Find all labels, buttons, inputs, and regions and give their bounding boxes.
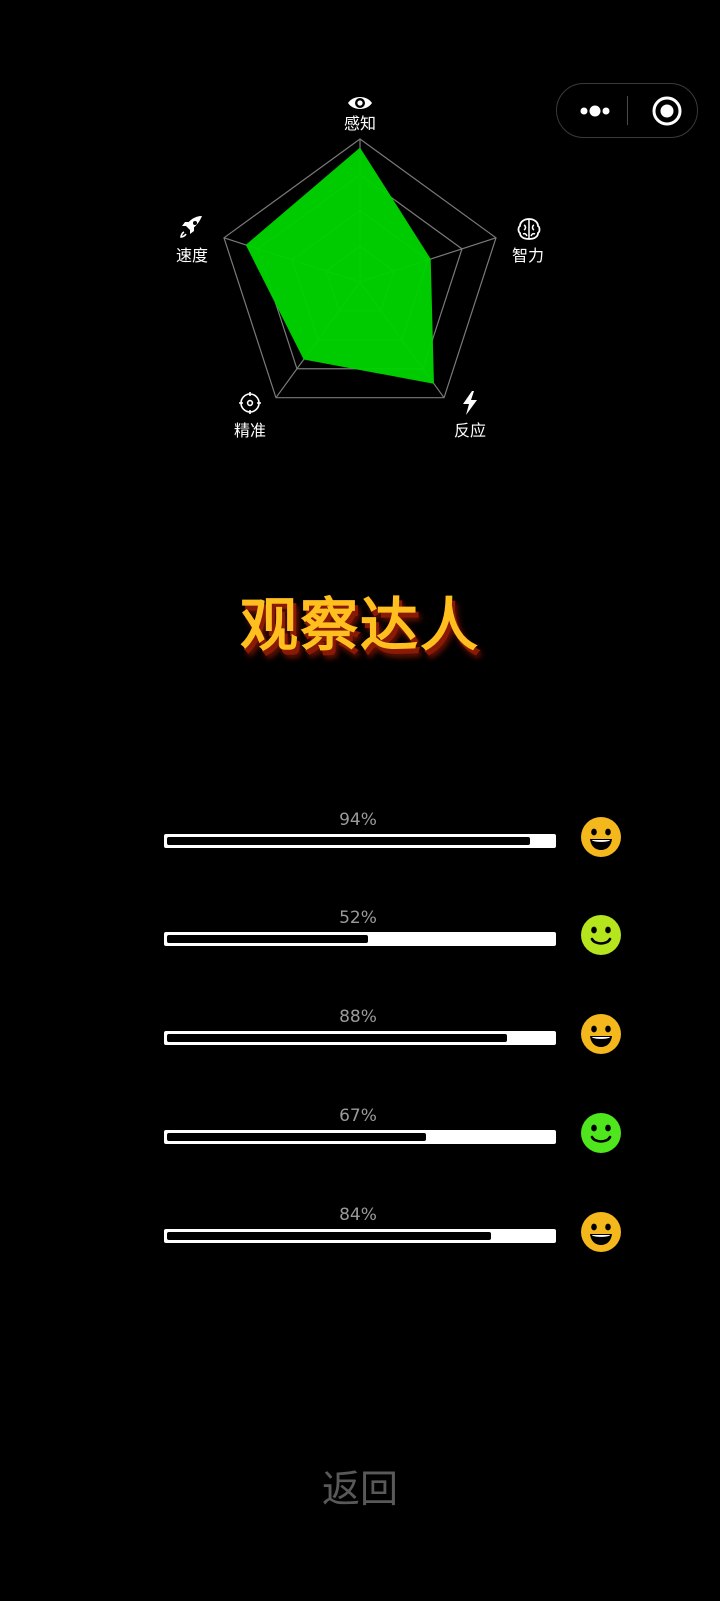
back-button[interactable]: 返回 — [322, 1467, 398, 1511]
progress-row: 67% — [160, 1106, 630, 1166]
radar-area — [245, 147, 434, 384]
back-area: 返回 — [0, 1465, 720, 1513]
progress-row: 88% — [160, 1007, 630, 1067]
progress-fill — [167, 1133, 426, 1141]
eye-icon — [348, 97, 372, 109]
progress-fill — [167, 837, 530, 845]
progress-row: 94% — [160, 810, 630, 870]
axis-label-precision: 精准 — [233, 421, 266, 440]
percent-label: 88% — [339, 1007, 377, 1027]
grin-face-icon — [581, 817, 621, 857]
progress-track — [164, 834, 556, 848]
progress-track — [164, 1229, 556, 1243]
axis-label-perception: 感知 — [343, 114, 376, 133]
smile-face-icon — [581, 915, 621, 955]
result-title: 观察达人 — [239, 591, 480, 659]
progress-fill — [167, 1034, 507, 1042]
percent-label: 84% — [339, 1205, 377, 1225]
axis-label-speed: 速度 — [175, 246, 208, 265]
brain-icon — [517, 218, 541, 240]
smile-face-icon — [581, 1113, 621, 1153]
axis-label-intelligence: 智力 — [511, 246, 544, 265]
progress-row: 84% — [160, 1205, 630, 1265]
lightning-icon — [463, 391, 477, 415]
progress-row: 52% — [160, 908, 630, 968]
progress-track — [164, 1130, 556, 1144]
axis-label-reaction: 反应 — [453, 421, 486, 440]
radar-chart: 感知 智力 反应 精准 速度 — [0, 0, 720, 460]
percent-label: 67% — [339, 1106, 377, 1126]
percent-label: 52% — [339, 908, 377, 928]
crosshair-icon — [239, 392, 261, 414]
progress-track — [164, 932, 556, 946]
grin-face-icon — [581, 1212, 621, 1252]
grin-face-icon — [581, 1014, 621, 1054]
progress-fill — [167, 935, 368, 943]
radar-svg — [223, 138, 497, 399]
rocket-icon — [180, 216, 202, 238]
progress-track — [164, 1031, 556, 1045]
progress-fill — [167, 1232, 492, 1240]
percent-label: 94% — [339, 810, 377, 830]
